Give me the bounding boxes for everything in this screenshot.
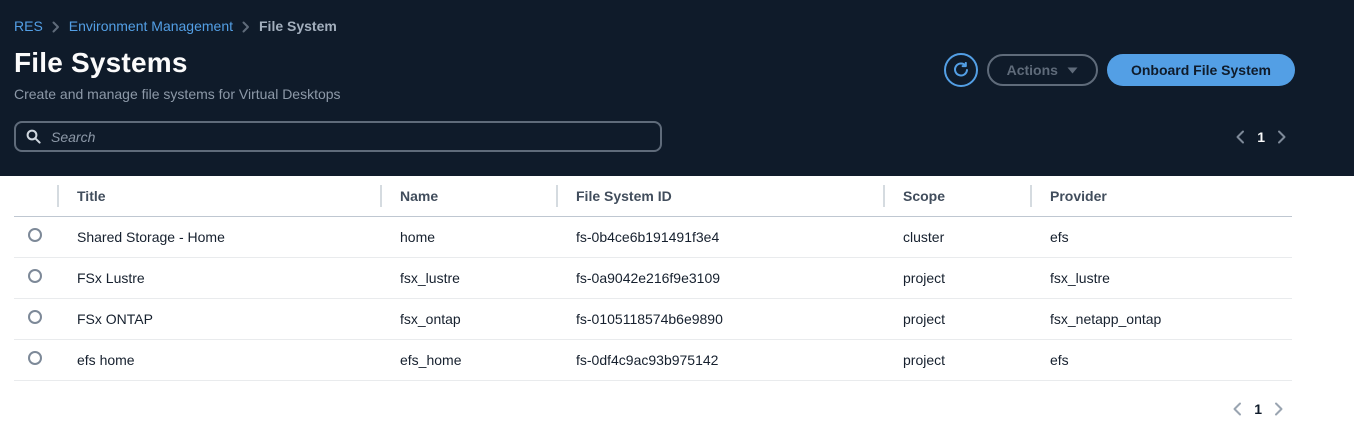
cell-file-system-id: fs-0b4ce6b191491f3e4 [556,216,883,257]
page-header: RES Environment Management File System F… [0,0,1354,176]
cell-title: FSx ONTAP [57,298,380,339]
table-header-row: Title Name File System ID Scope Provider [14,176,1292,216]
column-header-scope: Scope [883,176,1030,216]
breadcrumb: RES Environment Management File System [14,18,1340,34]
cell-provider: fsx_netapp_ontap [1030,298,1292,339]
cell-scope: cluster [883,216,1030,257]
next-page-button[interactable] [1269,124,1295,150]
column-header-provider: Provider [1030,176,1292,216]
cell-file-system-id: fs-0df4c9ac93b975142 [556,339,883,380]
cell-title: Shared Storage - Home [57,216,380,257]
table-row: FSx Lustre fsx_lustre fs-0a9042e216f9e31… [14,257,1292,298]
cell-scope: project [883,257,1030,298]
cell-name: fsx_ontap [380,298,556,339]
row-select-radio[interactable] [28,310,42,324]
column-divider [1030,185,1032,207]
chevron-right-icon [242,21,250,33]
chevron-left-icon [1235,130,1245,144]
chevron-right-icon [1274,402,1284,416]
row-select-radio[interactable] [28,269,42,283]
chevron-right-icon [1277,130,1287,144]
column-divider [57,185,59,207]
column-header-file-system-id: File System ID [556,176,883,216]
bottom-pagination-row: 1 [14,396,1292,422]
cell-scope: project [883,298,1030,339]
top-pagination: 1 [1227,124,1295,150]
previous-page-button[interactable] [1224,396,1250,422]
cell-provider: efs [1030,216,1292,257]
column-divider [556,185,558,207]
cell-title: FSx Lustre [57,257,380,298]
breadcrumb-link-res[interactable]: RES [14,18,43,34]
row-select-radio[interactable] [28,228,42,242]
header-actions: Actions Onboard File System [944,53,1295,87]
cell-name: home [380,216,556,257]
row-select-radio[interactable] [28,351,42,365]
refresh-button[interactable] [944,53,978,87]
table-toolbar: 1 [14,121,1340,152]
file-systems-table: Title Name File System ID Scope Provider… [14,176,1292,381]
cell-title: efs home [57,339,380,380]
table-area: Title Name File System ID Scope Provider… [0,176,1354,422]
search-box [14,121,662,152]
next-page-button[interactable] [1266,396,1292,422]
previous-page-button[interactable] [1227,124,1253,150]
current-page-number[interactable]: 1 [1253,129,1269,145]
cell-scope: project [883,339,1030,380]
actions-dropdown-button[interactable]: Actions [987,54,1098,86]
file-systems-page: RES Environment Management File System F… [0,0,1354,422]
table-row: FSx ONTAP fsx_ontap fs-0105118574b6e9890… [14,298,1292,339]
current-page-number[interactable]: 1 [1250,401,1266,417]
cell-provider: fsx_lustre [1030,257,1292,298]
caret-down-icon [1067,67,1078,74]
table-row: Shared Storage - Home home fs-0b4ce6b191… [14,216,1292,257]
chevron-left-icon [1232,402,1242,416]
column-header-name: Name [380,176,556,216]
cell-file-system-id: fs-0105118574b6e9890 [556,298,883,339]
breadcrumb-link-environment-management[interactable]: Environment Management [69,18,233,34]
cell-file-system-id: fs-0a9042e216f9e3109 [556,257,883,298]
chevron-right-icon [52,21,60,33]
refresh-icon [953,62,969,78]
cell-provider: efs [1030,339,1292,380]
search-icon [26,129,41,144]
column-header-title: Title [57,176,380,216]
actions-dropdown-label: Actions [1007,62,1058,78]
selection-column-header [14,176,57,216]
onboard-file-system-button[interactable]: Onboard File System [1107,54,1295,86]
cell-name: fsx_lustre [380,257,556,298]
breadcrumb-current-file-system: File System [259,18,337,34]
bottom-pagination: 1 [1224,396,1292,422]
search-input[interactable] [49,128,650,146]
column-divider [380,185,382,207]
page-subtitle: Create and manage file systems for Virtu… [14,86,1340,102]
column-divider [883,185,885,207]
table-row: efs home efs_home fs-0df4c9ac93b975142 p… [14,339,1292,380]
cell-name: efs_home [380,339,556,380]
